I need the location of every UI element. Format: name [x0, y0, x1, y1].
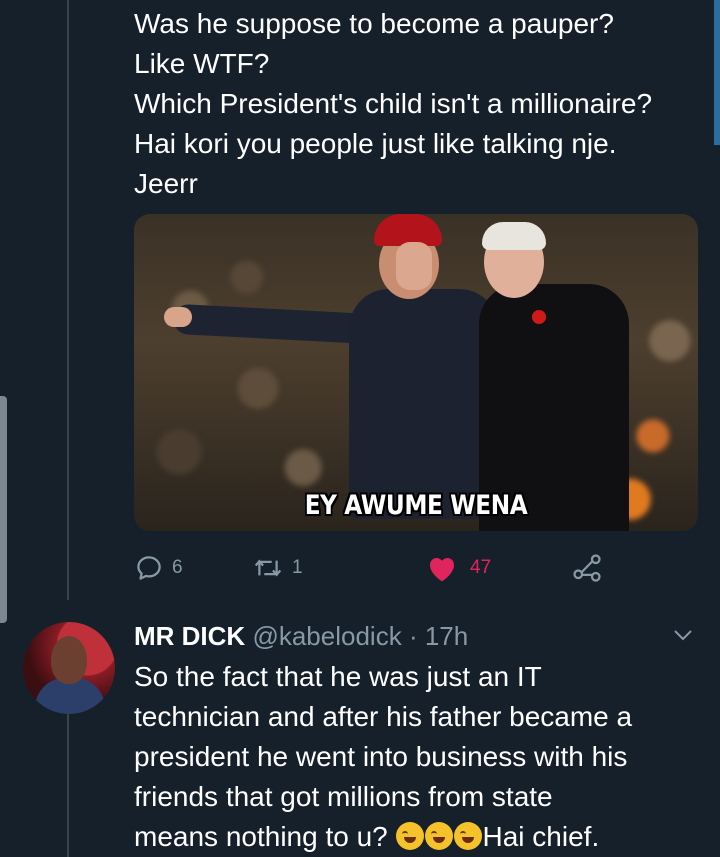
heart-icon — [430, 558, 454, 582]
user-name[interactable]: MR DICK — [134, 621, 245, 651]
tweet-line: Which President's child isn't a milliona… — [134, 88, 653, 119]
reply-line-last: means nothing to u? Hai chief. — [134, 817, 714, 857]
tweet-line: Was he suppose to become a pauper? — [134, 8, 614, 39]
pointing-hand — [164, 307, 192, 327]
reply-text: So the fact that he was just an IT techn… — [134, 657, 714, 857]
reply-line-text: means nothing to u? — [134, 821, 396, 852]
avatar[interactable] — [23, 622, 115, 714]
share-button[interactable] — [572, 550, 602, 586]
like-count: 47 — [470, 557, 492, 578]
thread-line-top — [67, 0, 69, 600]
figure-right-hair — [482, 222, 546, 250]
reply-button[interactable]: 6 — [134, 550, 183, 586]
poppy-pin — [532, 310, 546, 324]
avatar-face — [51, 636, 87, 684]
tweet-line: Like WTF? — [134, 48, 270, 79]
reply-line-suffix: Hai chief. — [482, 821, 600, 852]
retweet-icon — [254, 559, 282, 577]
laughing-emoji-icon — [453, 822, 482, 850]
reply-header: MR DICK @kabelodick · 17h — [134, 620, 468, 652]
laughing-emoji-icon — [424, 822, 453, 850]
tweet-media-image[interactable]: EY AWUME WENA — [134, 214, 698, 531]
thread-line-bottom — [67, 712, 69, 857]
chevron-down-icon — [674, 630, 692, 641]
timestamp[interactable]: 17h — [425, 621, 468, 651]
raised-hand — [396, 242, 432, 290]
user-handle[interactable]: @kabelodick — [252, 621, 401, 651]
tweet-text: Was he suppose to become a pauper? Like … — [134, 4, 714, 204]
reply-line: So the fact that he was just an IT — [134, 661, 542, 692]
scroll-indicator-left — [0, 396, 7, 623]
retweet-button[interactable]: 1 — [252, 550, 303, 586]
tweet-actions: 6 1 47 — [134, 550, 614, 586]
more-options-button[interactable] — [670, 624, 696, 651]
reply-line: president he went into business with his — [134, 741, 628, 772]
meme-caption: EY AWUME WENA — [304, 490, 528, 521]
separator-dot: · — [408, 621, 418, 651]
laughing-emoji-icon — [395, 822, 424, 850]
reply-icon — [137, 556, 161, 580]
share-icon — [573, 554, 601, 582]
like-button[interactable]: 47 — [426, 550, 491, 586]
figure-left-body — [349, 289, 499, 519]
tweet-line: Hai kori you people just like talking nj… — [134, 128, 617, 159]
tweet-line: Jeerr — [134, 168, 198, 199]
reply-count: 6 — [172, 557, 183, 578]
reply-line: technician and after his father became a — [134, 701, 633, 732]
retweet-count: 1 — [292, 557, 303, 578]
scroll-indicator-right — [714, 0, 720, 145]
reply-line: friends that got millions from state — [134, 781, 553, 812]
